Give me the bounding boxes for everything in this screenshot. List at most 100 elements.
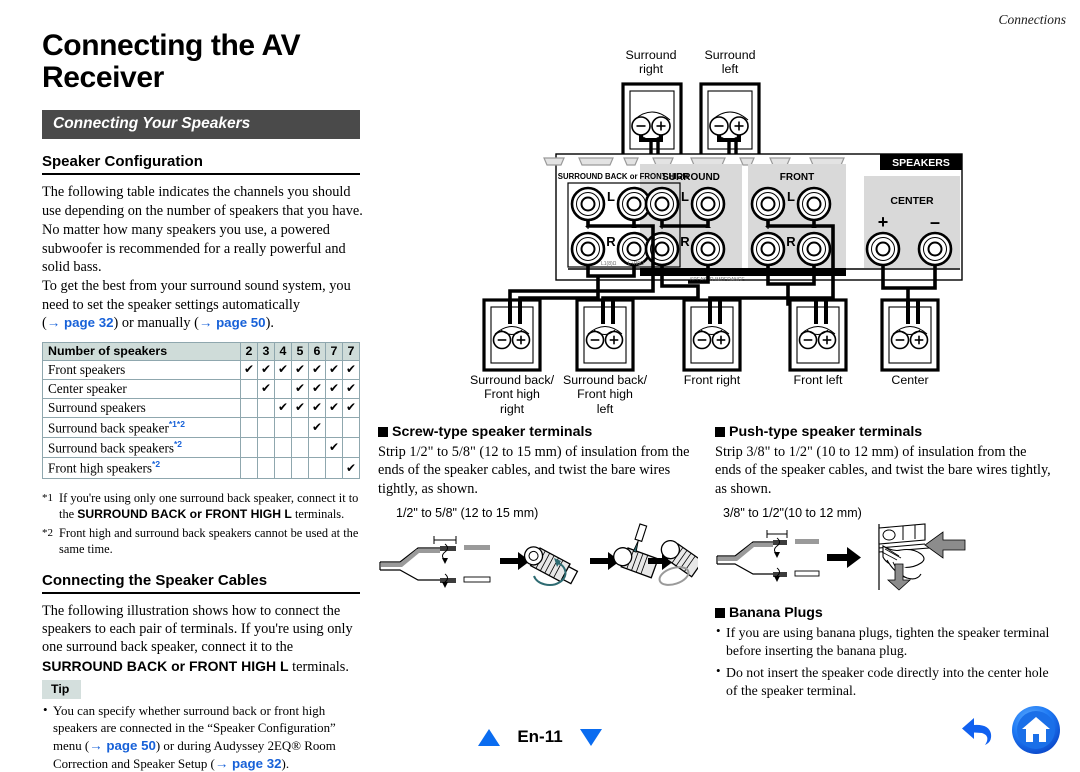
- table-cell-empty: [291, 457, 309, 479]
- table-col-header-1: 3: [257, 341, 275, 361]
- svg-text:R: R: [680, 234, 690, 249]
- table-cell-empty: [257, 437, 275, 459]
- table-cell-empty: [257, 416, 275, 439]
- label-surround: SURROUND: [662, 172, 720, 183]
- paragraph-1: The following table indicates the channe…: [42, 184, 363, 219]
- page-link-32[interactable]: → page 32: [47, 315, 114, 330]
- footnote-1-bold: SURROUND BACK or FRONT HIGH L: [77, 507, 292, 522]
- middle-column: Screw-type speaker terminals Strip 1/2" …: [378, 424, 708, 599]
- speaker-configuration-table: Number of speakers 2345677 Front speaker…: [42, 341, 360, 479]
- label-center: CENTER: [890, 195, 934, 207]
- table-cell-empty: [240, 378, 258, 399]
- table-cell-empty: [274, 457, 292, 479]
- check-icon: ✔: [345, 362, 357, 377]
- table-row-footnote-mark: *2: [152, 459, 161, 470]
- footnote-2-mark: *2: [42, 527, 53, 540]
- previous-page-triangle-up-icon[interactable]: [478, 728, 501, 746]
- diagram-label-center: Center: [891, 373, 929, 387]
- table-cell-check: ✔: [274, 359, 292, 380]
- table-row: Surround back speakers*2 ✔: [42, 437, 360, 459]
- svg-text:R: R: [786, 234, 796, 249]
- check-icon: ✔: [328, 400, 340, 415]
- table-cell-empty: [308, 457, 326, 479]
- table-row: Surround speakers ✔ ✔ ✔ ✔ ✔: [42, 397, 360, 418]
- table-row-label: Surround back speakers*2: [42, 437, 241, 459]
- check-icon: ✔: [345, 400, 357, 415]
- left-column: Connecting the AV Receiver Connecting Yo…: [42, 29, 364, 772]
- bullet-square-icon: [378, 427, 388, 437]
- right-column: Push-type speaker terminals Strip 3/8" t…: [715, 424, 1055, 700]
- heading-push-type-terminals: Push-type speaker terminals: [715, 424, 1055, 440]
- push-type-illustration-svg: [716, 523, 966, 591]
- table-cell-empty: [240, 416, 258, 439]
- table-cell-empty: [291, 416, 309, 439]
- running-header: Connections: [998, 12, 1067, 27]
- footnote-2: *2 Front high and surround back speakers…: [42, 525, 364, 558]
- banana-bullet-list: If you are using banana plugs, tighten t…: [715, 623, 1055, 700]
- check-icon: ✔: [277, 400, 289, 415]
- push-type-body: Strip 3/8" to 1/2" (10 to 12 mm) of insu…: [715, 444, 1051, 497]
- svg-text:L1(8)Ω: L1(8)Ω: [601, 261, 617, 267]
- footnote-1-text: If you're using only one surround back s…: [59, 490, 359, 522]
- diagram-label-surround-back-left: Surround back/ Front high left: [562, 373, 648, 416]
- check-icon: ✔: [345, 381, 357, 396]
- receiver-rear-panel: SPEAKERS SURROUND BACK or FRONT HIGH SUR…: [543, 153, 963, 283]
- svg-text:L: L: [607, 189, 615, 204]
- table-cell-check: ✔: [291, 397, 309, 418]
- footnotes-block: *1 If you're using only one surround bac…: [42, 490, 364, 558]
- diagram-label-surround-left: Surround left: [704, 48, 756, 77]
- check-icon: ✔: [243, 362, 255, 377]
- table-cell-empty: [342, 437, 360, 459]
- table-cell-check: ✔: [308, 378, 326, 399]
- table-cell-check: ✔: [257, 378, 275, 399]
- table-cell-check: ✔: [325, 359, 343, 380]
- table-cell-check: ✔: [325, 437, 343, 459]
- check-icon: ✔: [311, 381, 323, 396]
- table-row-label: Surround speakers: [42, 397, 241, 418]
- table-row-footnote-mark: *2: [173, 439, 183, 450]
- table-header-label: Number of speakers: [42, 341, 241, 361]
- paragraph-3-text-b: ) or manually (: [113, 315, 199, 332]
- table-header-row: Number of speakers 2345677: [42, 341, 360, 361]
- table-cell-empty: [257, 397, 275, 418]
- table-cell-empty: [274, 416, 292, 439]
- table-cell-check: ✔: [342, 378, 360, 399]
- table-row-label: Center speaker: [42, 378, 241, 399]
- footnote-1-mark: *1: [42, 491, 53, 504]
- table-col-header-5: 7: [325, 341, 343, 361]
- screw-type-illustration-svg: [379, 523, 704, 589]
- check-icon: ✔: [277, 362, 289, 377]
- table-cell-empty: [291, 437, 309, 459]
- page-link-50[interactable]: → page 50: [199, 315, 266, 330]
- table-col-header-3: 5: [291, 341, 309, 361]
- terminal-box-surround-back-right: [482, 298, 542, 372]
- banana-bullet-1: If you are using banana plugs, tighten t…: [715, 623, 1055, 660]
- push-type-illustration: 3/8" to 1/2"(10 to 12 mm): [715, 506, 1055, 599]
- table-cell-check: ✔: [342, 457, 360, 479]
- home-icon[interactable]: [1010, 704, 1062, 756]
- table-col-header-4: 6: [308, 341, 326, 361]
- section-band-title: Connecting Your Speakers: [42, 110, 360, 140]
- terminal-box-front-left: [788, 298, 848, 372]
- check-icon: ✔: [260, 362, 272, 377]
- table-cell-check: ✔: [274, 397, 292, 418]
- next-page-triangle-down-icon[interactable]: [579, 728, 602, 746]
- table-cell-empty: [240, 397, 258, 418]
- push-dimension-label: 3/8" to 1/2"(10 to 12 mm): [723, 506, 862, 521]
- table-cell-check: ✔: [291, 378, 309, 399]
- svg-text:L: L: [681, 189, 689, 204]
- check-icon: ✔: [328, 362, 340, 377]
- page-number: En-11: [517, 727, 563, 746]
- tip-page-link-32[interactable]: → page 32: [215, 756, 282, 771]
- heading-screw-type-terminals: Screw-type speaker terminals: [378, 424, 708, 440]
- table-cell-check: ✔: [240, 359, 258, 380]
- bullet-square-icon-3: [715, 608, 725, 619]
- page-title: Connecting the AV Receiver: [42, 29, 301, 95]
- table-cell-empty: [274, 378, 292, 399]
- svg-text:+: +: [878, 212, 889, 232]
- banana-bullet-2: Do not insert the speaker code directly …: [715, 663, 1055, 700]
- table-col-header-2: 4: [274, 341, 292, 361]
- heading-banana-plugs: Banana Plugs: [715, 605, 1055, 621]
- back-arrow-icon[interactable]: [958, 712, 1000, 748]
- check-icon: ✔: [260, 381, 272, 396]
